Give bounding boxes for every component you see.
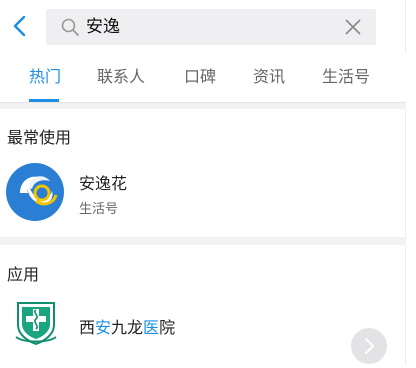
chevron-right-icon — [365, 338, 374, 354]
name-part: 院 — [159, 318, 176, 337]
category-tabs: 热门 联系人 口碑 资讯 生活号 — [0, 52, 406, 103]
search-query-text[interactable]: 安逸 — [86, 9, 120, 45]
section-title-frequent: 最常使用 — [7, 128, 72, 147]
hospital-shield-logo-icon[interactable] — [14, 299, 58, 345]
name-part-highlight: 安 — [95, 318, 112, 337]
active-tab-indicator — [29, 99, 59, 102]
clear-icon[interactable] — [344, 18, 362, 36]
tab-life-account[interactable]: 生活号 — [322, 52, 370, 102]
anyihua-logo-icon[interactable] — [6, 163, 64, 221]
name-part-highlight: 医 — [143, 318, 160, 337]
search-icon — [61, 18, 79, 36]
section-title-apps: 应用 — [7, 265, 40, 284]
section-divider — [0, 103, 406, 109]
search-header: 安逸 — [0, 0, 406, 52]
item-name-hospital[interactable]: 西安九龙医院 — [79, 314, 175, 338]
section-divider — [0, 237, 406, 245]
name-part: 九龙 — [111, 318, 144, 337]
back-arrow-icon[interactable] — [10, 14, 30, 38]
name-part: 西 — [79, 318, 96, 337]
tab-news[interactable]: 资讯 — [253, 52, 285, 102]
right-edge-panel — [405, 0, 416, 365]
tab-hot[interactable]: 热门 — [29, 52, 61, 102]
floating-next-button[interactable] — [351, 328, 387, 364]
tab-koubei[interactable]: 口碑 — [184, 52, 216, 102]
search-input[interactable]: 安逸 — [46, 9, 376, 45]
tab-contacts[interactable]: 联系人 — [97, 52, 145, 102]
item-name-anyihua[interactable]: 安逸花 — [79, 170, 127, 194]
item-subtitle: 生活号 — [79, 202, 119, 217]
